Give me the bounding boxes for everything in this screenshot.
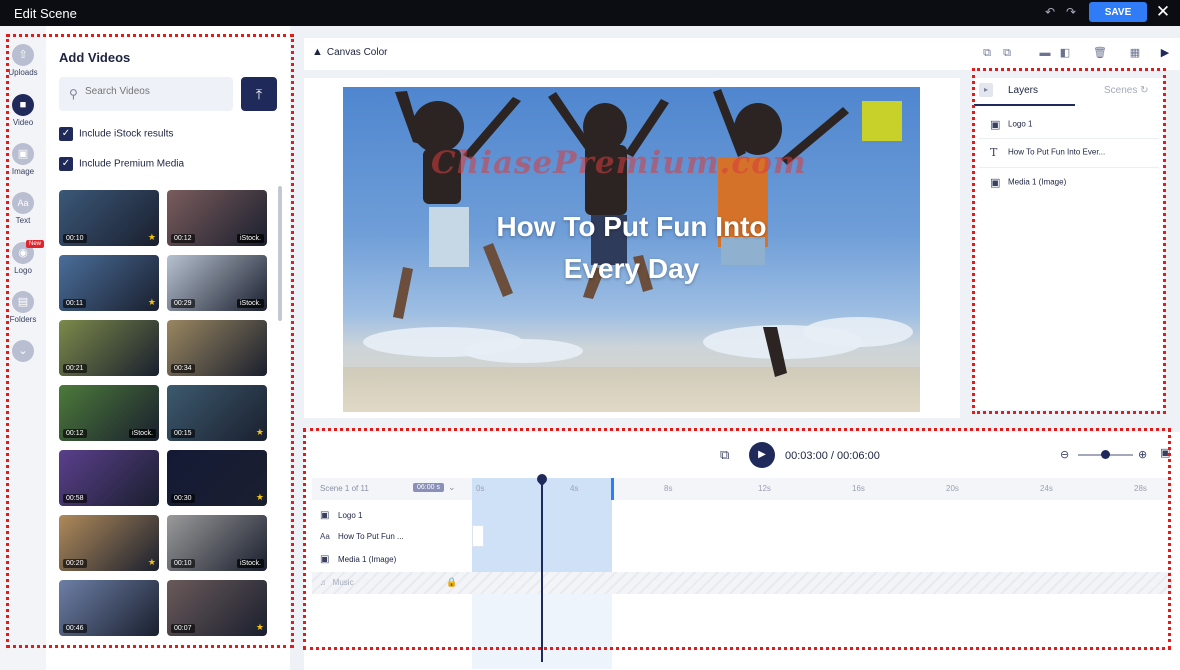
canvas-headline-line1[interactable]: How To Put Fun Into [343, 211, 920, 243]
trash-icon[interactable]: 🗑 [1093, 46, 1107, 60]
undo-icon[interactable]: ↶ [1045, 5, 1059, 19]
redo-icon[interactable]: ↷ [1066, 5, 1080, 19]
canvas-headline-line2[interactable]: Every Day [343, 253, 920, 285]
bring-forward-icon[interactable]: ⧉ [980, 46, 994, 60]
send-backward-icon[interactable]: ⧉ [1000, 46, 1014, 60]
canvas-area: ChiasePremium.com How To Put Fun Into Ev… [304, 78, 960, 418]
save-button[interactable]: SAVE [1089, 2, 1147, 22]
paint-bucket-icon: ▲ [312, 46, 323, 58]
logo-placeholder[interactable] [862, 101, 902, 141]
annotation-frame-layers [972, 68, 1166, 414]
align-icon[interactable]: ▬ [1038, 46, 1052, 60]
resize-icon[interactable]: ◧ [1058, 46, 1072, 60]
title-bar: Edit Scene ↶ ↷ SAVE ✕ [0, 0, 1180, 26]
preview-play-icon[interactable]: ▶ [1158, 46, 1172, 60]
close-icon[interactable]: ✕ [1155, 3, 1171, 21]
canvas-photo [393, 89, 849, 377]
watermark-text: ChiasePremium.com [431, 145, 807, 181]
annotation-frame-left [6, 34, 294, 648]
grid-icon[interactable]: ▦ [1128, 46, 1142, 60]
scene-canvas[interactable]: ChiasePremium.com How To Put Fun Into Ev… [343, 87, 920, 412]
canvas-color-button[interactable]: ▲ Canvas Color [312, 46, 387, 58]
window-title: Edit Scene [14, 6, 77, 21]
canvas-color-label: Canvas Color [326, 47, 388, 58]
annotation-frame-timeline [303, 428, 1171, 650]
canvas-toolbar: ▲ Canvas Color ⧉ ⧉ ▬ ◧ 🗑 ▦ ▶ [304, 38, 1180, 70]
